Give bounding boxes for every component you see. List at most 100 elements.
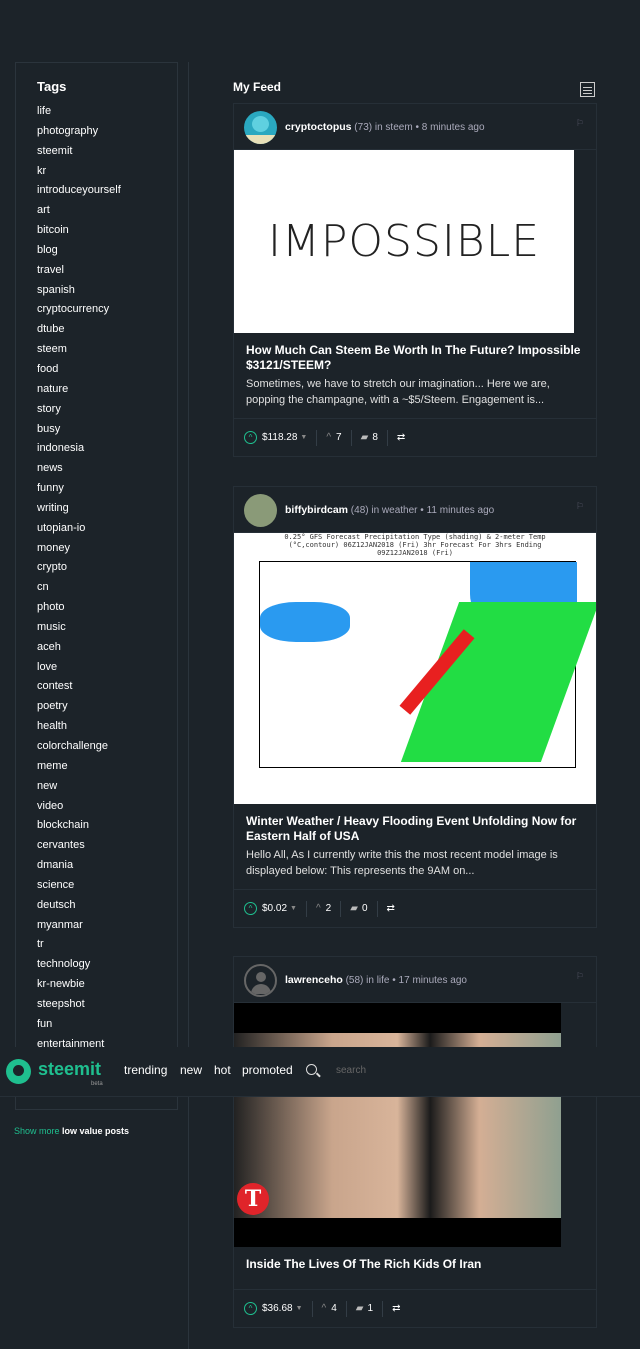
tag-link[interactable]: cn [37, 580, 121, 600]
tag-link[interactable]: travel [37, 263, 121, 283]
tag-link[interactable]: aceh [37, 640, 121, 660]
tag-link[interactable]: love [37, 660, 121, 680]
tag-link[interactable]: utopian-io [37, 521, 121, 541]
upvote-icon[interactable]: ^ [244, 902, 257, 915]
post-title[interactable]: Winter Weather / Heavy Flooding Event Un… [246, 814, 584, 844]
tag-link[interactable]: meme [37, 759, 121, 779]
comment-count[interactable]: 0 [362, 903, 368, 914]
tag-link[interactable]: steepshot [37, 997, 121, 1017]
chevron-down-icon[interactable]: ▼ [290, 905, 297, 912]
search-input[interactable]: search [336, 1065, 366, 1076]
tag-link[interactable]: deutsch [37, 898, 121, 918]
category-link[interactable]: in life [366, 975, 389, 986]
tag-link[interactable]: myanmar [37, 918, 121, 938]
payout[interactable]: $0.02 [262, 903, 287, 914]
vote-count[interactable]: 2 [326, 903, 332, 914]
nav-promoted[interactable]: promoted [242, 1063, 293, 1077]
tag-link[interactable]: music [37, 620, 121, 640]
post-description[interactable]: Sometimes, we have to stretch our imagin… [246, 376, 584, 408]
tag-link[interactable]: story [37, 402, 121, 422]
flag-icon[interactable]: ⚐ [576, 501, 584, 512]
avatar[interactable] [244, 111, 277, 144]
comment-count[interactable]: 1 [368, 1303, 374, 1314]
tag-link[interactable]: photo [37, 600, 121, 620]
tag-link[interactable]: photography [37, 124, 121, 144]
tag-link[interactable]: poetry [37, 699, 121, 719]
tag-link[interactable]: steem [37, 342, 121, 362]
tag-link[interactable]: science [37, 878, 121, 898]
upvote-icon[interactable]: ^ [244, 431, 257, 444]
author-link[interactable]: lawrenceho [285, 974, 343, 986]
tag-link[interactable]: food [37, 362, 121, 382]
tag-link[interactable]: nature [37, 382, 121, 402]
reblog-icon[interactable]: ⇄ [392, 1303, 400, 1314]
comments-icon[interactable]: ▰ [356, 1303, 364, 1314]
tag-link[interactable]: funny [37, 481, 121, 501]
category-link[interactable]: in steem [375, 122, 413, 133]
post-title[interactable]: Inside The Lives Of The Rich Kids Of Ira… [246, 1257, 584, 1272]
tag-link[interactable]: money [37, 541, 121, 561]
tag-link[interactable]: technology [37, 957, 121, 977]
post-image[interactable]: T [234, 1003, 561, 1247]
tag-link[interactable]: colorchallenge [37, 739, 121, 759]
search-icon[interactable] [306, 1064, 317, 1075]
chevron-down-icon[interactable]: ▼ [296, 1305, 303, 1312]
tag-link[interactable]: life [37, 104, 121, 124]
tag-link[interactable]: bitcoin [37, 223, 121, 243]
category-link[interactable]: in weather [371, 505, 417, 516]
tag-link[interactable]: crypto [37, 560, 121, 580]
comments-icon[interactable]: ▰ [361, 432, 369, 443]
tag-link[interactable]: video [37, 799, 121, 819]
comments-icon[interactable]: ▰ [350, 903, 358, 914]
tag-link[interactable]: busy [37, 422, 121, 442]
tag-link[interactable]: new [37, 779, 121, 799]
tag-link[interactable]: cryptocurrency [37, 302, 121, 322]
post-title[interactable]: How Much Can Steem Be Worth In The Futur… [246, 343, 584, 373]
comment-count[interactable]: 8 [372, 432, 378, 443]
author-link[interactable]: cryptoctopus [285, 121, 352, 133]
tag-link[interactable]: health [37, 719, 121, 739]
post-image[interactable]: IMPOSSIBLE [234, 150, 574, 333]
post-image[interactable]: 0.25° GFS Forecast Precipitation Type (s… [234, 533, 596, 804]
low-value-text[interactable]: low value posts [62, 1126, 129, 1136]
tag-link[interactable]: writing [37, 501, 121, 521]
vote-count[interactable]: 7 [336, 432, 342, 443]
flag-icon[interactable]: ⚐ [576, 971, 584, 982]
avatar[interactable] [244, 494, 277, 527]
payout[interactable]: $118.28 [262, 432, 297, 443]
tag-link[interactable]: indonesia [37, 441, 121, 461]
nav-hot[interactable]: hot [214, 1063, 231, 1077]
tag-link[interactable]: blog [37, 243, 121, 263]
tag-link[interactable]: blockchain [37, 818, 121, 838]
tag-link[interactable]: news [37, 461, 121, 481]
tag-link[interactable]: cervantes [37, 838, 121, 858]
nav-new[interactable]: new [180, 1063, 202, 1077]
chevron-down-icon[interactable]: ▼ [300, 434, 307, 441]
tag-link[interactable]: steemit [37, 144, 121, 164]
list-view-icon[interactable] [580, 82, 595, 97]
tag-link[interactable]: contest [37, 679, 121, 699]
post-description[interactable]: Hello All, As I currently write this the… [246, 847, 584, 879]
vote-count[interactable]: 4 [331, 1303, 337, 1314]
flag-icon[interactable]: ⚐ [576, 118, 584, 129]
tag-link[interactable]: introduceyourself [37, 183, 121, 203]
tag-link[interactable]: kr-newbie [37, 977, 121, 997]
payout[interactable]: $36.68 [262, 1303, 293, 1314]
show-more-text[interactable]: Show more [14, 1126, 60, 1136]
tag-link[interactable]: dtube [37, 322, 121, 342]
brand-name[interactable]: steemit [38, 1059, 101, 1080]
tag-link[interactable]: fun [37, 1017, 121, 1037]
tag-link[interactable]: art [37, 203, 121, 223]
tag-link[interactable]: spanish [37, 283, 121, 303]
reblog-icon[interactable]: ⇄ [387, 903, 395, 914]
steemit-logo-icon[interactable] [6, 1059, 31, 1084]
reblog-icon[interactable]: ⇄ [397, 432, 405, 443]
author-link[interactable]: biffybirdcam [285, 504, 348, 516]
tag-link[interactable]: dmania [37, 858, 121, 878]
tag-link[interactable]: tr [37, 937, 121, 957]
upvote-icon[interactable]: ^ [244, 1302, 257, 1315]
nav-trending[interactable]: trending [124, 1063, 167, 1077]
avatar[interactable] [244, 964, 277, 997]
tag-link[interactable]: kr [37, 164, 121, 184]
show-more-link[interactable]: Show more low value posts [14, 1126, 129, 1136]
